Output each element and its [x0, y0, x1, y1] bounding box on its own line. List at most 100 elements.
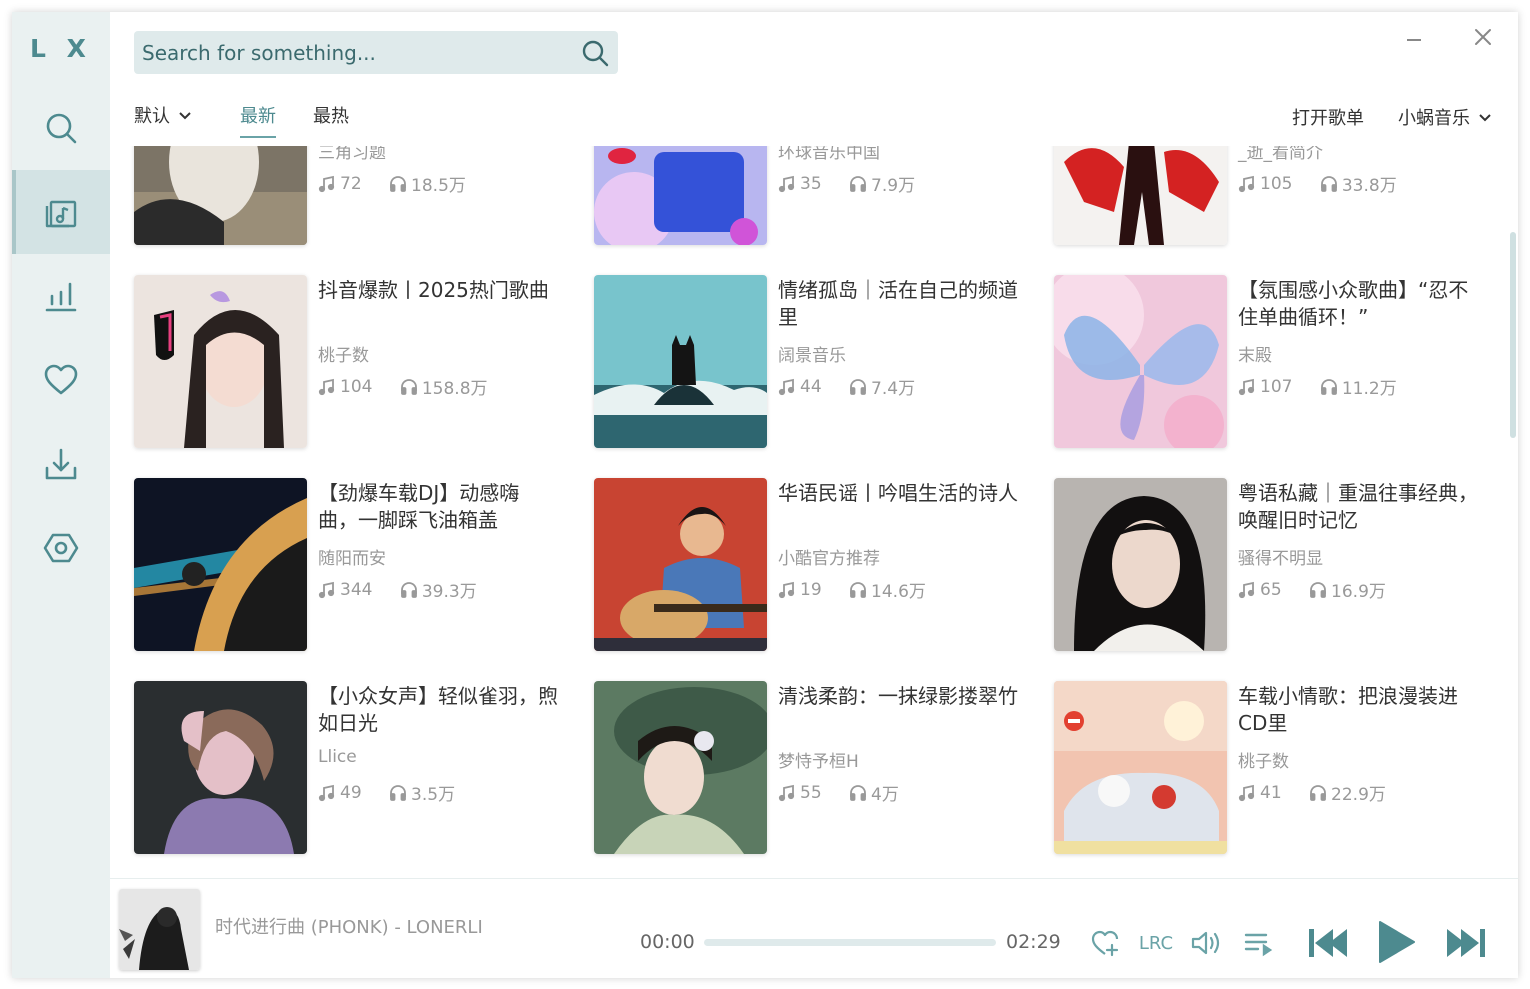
playlist-card[interactable]: 车载小情歌：把浪漫装进CD里 桃子数 41 22.9万: [1054, 681, 1484, 856]
song-count-value: 104: [340, 376, 373, 397]
playlist-card[interactable]: 环球音乐中国 35 7.9万: [594, 146, 1024, 247]
nav-leaderboard[interactable]: [12, 254, 110, 338]
playlist-card[interactable]: _逝_看简介 105 33.8万: [1054, 146, 1484, 247]
now-playing-cover[interactable]: [119, 889, 200, 970]
song-count-value: 44: [800, 376, 822, 397]
favorite-add-button[interactable]: [1088, 925, 1124, 961]
lyrics-button[interactable]: LRC: [1136, 925, 1176, 961]
playlist-stats: 35 7.9万: [778, 171, 937, 198]
playlist-stats: 19 14.6万: [778, 577, 948, 604]
playlist-stats: 104 158.8万: [318, 374, 510, 401]
playlist-author[interactable]: 骚得不明显: [1238, 544, 1323, 569]
playlist-card[interactable]: 情绪孤岛｜活在自己的频道里 阔景音乐 44 7.4万: [594, 275, 1024, 450]
playlist-author[interactable]: 桃子数: [1238, 747, 1289, 772]
playlist-queue-button[interactable]: [1240, 925, 1276, 961]
playlist-cover: [134, 146, 307, 245]
headphones-icon: [1310, 784, 1326, 801]
app-window: L X 默认 最新 最热: [12, 12, 1518, 978]
playlist-stats: 55 4万: [778, 780, 921, 807]
music-note-icon: [318, 581, 335, 598]
skip-previous-icon: [1309, 929, 1347, 957]
play-count-value: 22.9万: [1331, 785, 1386, 805]
play-button[interactable]: [1372, 915, 1420, 969]
playlist-card[interactable]: 粤语私藏｜重温往事经典，唤醒旧时记忆 骚得不明显 65 16.9万: [1054, 478, 1484, 653]
playlist-stats: 105 33.8万: [1238, 171, 1419, 198]
playlist-card[interactable]: 【小众女声】轻似雀羽，煦如日光 Llice 49 3.5万: [134, 681, 564, 856]
source-dropdown[interactable]: 小蜗音乐: [1398, 104, 1492, 130]
music-note-icon: [1238, 784, 1255, 801]
playlist-card[interactable]: 三角习题 72 18.5万: [134, 146, 564, 247]
next-button[interactable]: [1442, 919, 1490, 967]
nav-search[interactable]: [12, 86, 110, 170]
playlist-card[interactable]: 【劲爆车载DJ】动感嗨曲，一脚踩飞油箱盖 随阳而安 344 39.3万: [134, 478, 564, 653]
open-playlist-button[interactable]: 打开歌单: [1292, 104, 1364, 130]
tab-sort-default[interactable]: 默认: [134, 102, 192, 128]
song-count: 104: [318, 377, 372, 397]
playlist-card[interactable]: 华语民谣丨吟唱生活的诗人 小酷官方推荐 19 14.6万: [594, 478, 1024, 653]
tab-hottest[interactable]: 最热: [313, 102, 349, 128]
playlist-card[interactable]: 抖音爆款丨2025热门歌曲 桃子数 104 158.8万: [134, 275, 564, 450]
song-count: 65: [1238, 580, 1282, 600]
playlist-author[interactable]: Llice: [318, 747, 357, 767]
scrollbar-thumb[interactable]: [1510, 232, 1516, 438]
song-count-value: 41: [1260, 782, 1282, 803]
tab-newest[interactable]: 最新: [240, 102, 276, 138]
nav-favorites[interactable]: [12, 338, 110, 422]
headphones-icon: [400, 378, 417, 395]
song-count-value: 19: [800, 579, 822, 600]
play-count: 33.8万: [1320, 171, 1397, 196]
playlist-author[interactable]: 小酷官方推荐: [778, 544, 880, 569]
headphones-icon: [850, 175, 866, 192]
playlist-author[interactable]: 随阳而安: [318, 544, 386, 569]
headphones-icon: [400, 581, 417, 598]
playlist-author[interactable]: 桃子数: [318, 341, 369, 366]
headphones-icon: [1320, 378, 1337, 395]
close-button[interactable]: [1468, 22, 1498, 52]
headphones-icon: [850, 784, 866, 801]
playlist-card[interactable]: 【氛围感小众歌曲】“忍不住单曲循环！” 末殿 107 11.2万: [1054, 275, 1484, 450]
volume-button[interactable]: [1188, 925, 1224, 961]
music-note-icon: [1238, 581, 1255, 598]
search-bar: [134, 31, 618, 74]
nav-settings[interactable]: [12, 506, 110, 590]
play-count-value: 16.9万: [1331, 582, 1386, 602]
minimize-button[interactable]: [1399, 22, 1429, 52]
headphones-icon: [1310, 581, 1326, 598]
progress-bar[interactable]: [704, 939, 996, 946]
song-count: 72: [318, 174, 362, 194]
settings-hexagon-icon: [43, 533, 79, 563]
now-playing-title: 时代进行曲 (PHONK) - LONERLI: [215, 917, 483, 938]
queue-icon: [1244, 933, 1273, 957]
playlist-cover: [594, 275, 767, 448]
playlist-author: _逝_看简介: [1238, 146, 1323, 163]
playlist-author[interactable]: 末殿: [1238, 341, 1272, 366]
playlist-cover: [134, 478, 307, 651]
heart-icon: [44, 364, 78, 395]
song-count-value: 49: [340, 782, 362, 803]
content-scrollbar[interactable]: [1508, 146, 1518, 878]
play-count: 11.2万: [1320, 374, 1397, 399]
playlist-author[interactable]: 梦恃予桓H: [778, 747, 859, 772]
previous-button[interactable]: [1304, 919, 1352, 967]
music-note-icon: [778, 175, 795, 192]
playlist-stats: 65 16.9万: [1238, 577, 1408, 604]
playlist-cover: [1054, 275, 1227, 448]
playlist-title: 情绪孤岛｜活在自己的频道里: [778, 278, 1018, 329]
playlist-card[interactable]: 清浅柔韵：一抹绿影搂翠竹 梦恃予桓H 55 4万: [594, 681, 1024, 856]
playlist-author[interactable]: 阔景音乐: [778, 341, 846, 366]
play-count: 7.4万: [849, 374, 915, 399]
chevron-down-icon: [1479, 114, 1491, 122]
playlist-cover: [134, 681, 307, 854]
download-icon: [45, 448, 77, 480]
close-icon: [1475, 29, 1491, 45]
playlist-stats: 41 22.9万: [1238, 780, 1408, 807]
search-icon[interactable]: [580, 38, 610, 68]
playlist-stats: 44 7.4万: [778, 374, 937, 401]
playlist-stats: 107 11.2万: [1238, 374, 1419, 401]
nav-download[interactable]: [12, 422, 110, 506]
nav-songlist[interactable]: [12, 170, 110, 254]
play-count: 4万: [849, 780, 899, 805]
search-input[interactable]: [142, 31, 572, 74]
song-count: 107: [1238, 377, 1292, 397]
play-count: 7.9万: [849, 171, 915, 196]
